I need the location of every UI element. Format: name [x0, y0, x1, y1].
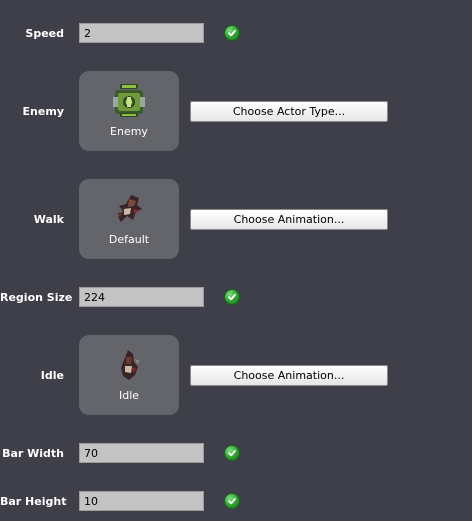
bar-width-valid-check-icon	[225, 446, 239, 460]
walk-label: Walk	[33, 213, 64, 226]
tank-actor-icon	[113, 84, 145, 117]
speed-valid-check-icon	[225, 26, 239, 40]
region-size-valid-check-icon	[225, 290, 239, 304]
walk-animation-icon	[117, 195, 142, 222]
walk-tile-caption: Default	[108, 233, 150, 246]
idle-label: Idle	[40, 369, 64, 382]
region-size-label: Region Size	[0, 291, 73, 304]
idle-animation-icon	[121, 350, 140, 380]
bar-height-label: Bar Height	[0, 495, 67, 508]
bar-height-input[interactable]	[79, 491, 204, 511]
bar-width-label: Bar Width	[2, 447, 64, 460]
enemy-label: Enemy	[22, 105, 64, 118]
walk-animation-tile[interactable]: Default	[79, 179, 179, 259]
choose-actor-type-button[interactable]: Choose Actor Type...	[190, 101, 388, 122]
region-size-input[interactable]	[79, 287, 204, 307]
enemy-tile-caption: Enemy	[110, 125, 148, 138]
bar-width-input[interactable]	[79, 443, 204, 463]
idle-animation-tile[interactable]: Idle	[79, 335, 179, 415]
choose-idle-animation-button[interactable]: Choose Animation...	[190, 365, 388, 386]
speed-label: Speed	[25, 27, 64, 40]
idle-tile-caption: Idle	[118, 389, 140, 402]
bar-height-valid-check-icon	[225, 494, 239, 508]
choose-walk-animation-button[interactable]: Choose Animation...	[190, 209, 388, 230]
enemy-actor-tile[interactable]: Enemy	[79, 71, 179, 151]
speed-input[interactable]	[79, 23, 204, 43]
